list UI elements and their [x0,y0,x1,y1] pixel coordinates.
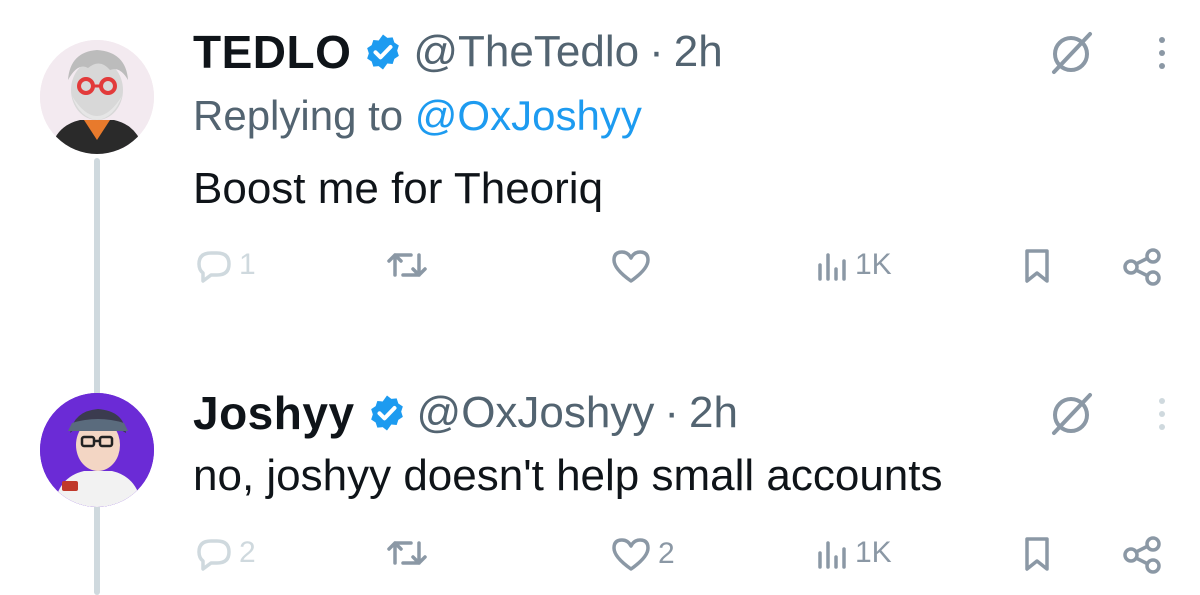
avatar[interactable] [40,393,154,507]
tweet[interactable]: TEDLO @TheTedlo · 2h Replying to @OxJosh… [0,0,1200,345]
like-button[interactable]: 2 [610,535,675,573]
views-button[interactable]: 1K [815,247,892,283]
like-button[interactable] [610,247,658,285]
reply-button[interactable]: 1 [193,247,256,283]
tweet[interactable]: Joshyy @OxJoshyy · 2h no, joshyy doesn't… [0,345,1200,595]
like-count: 2 [658,537,675,570]
tweet-actions: 1 1K [193,247,1170,307]
bookmark-icon [1019,535,1055,573]
reply-count: 2 [239,536,256,569]
share-icon [1121,535,1165,575]
reply-icon [193,535,233,571]
bookmark-button[interactable] [1019,535,1055,573]
views-icon [815,535,849,571]
reply-count: 1 [239,248,256,281]
views-count: 1K [855,248,892,281]
views-count: 1K [855,536,892,569]
retweet-icon [385,535,429,571]
heart-icon [610,535,652,573]
share-button[interactable] [1121,535,1165,575]
retweet-button[interactable] [385,247,435,283]
share-button[interactable] [1121,247,1165,287]
share-icon [1121,247,1165,287]
reply-button[interactable]: 2 [193,535,256,571]
retweet-button[interactable] [385,535,435,571]
views-button[interactable]: 1K [815,535,892,571]
tweet-actions: 2 2 1K [193,535,1170,595]
avatar[interactable] [40,40,154,154]
bookmark-button[interactable] [1019,247,1055,285]
bookmark-icon [1019,247,1055,285]
views-icon [815,247,849,283]
retweet-icon [385,247,429,283]
heart-icon [610,247,652,285]
reply-icon [193,247,233,283]
